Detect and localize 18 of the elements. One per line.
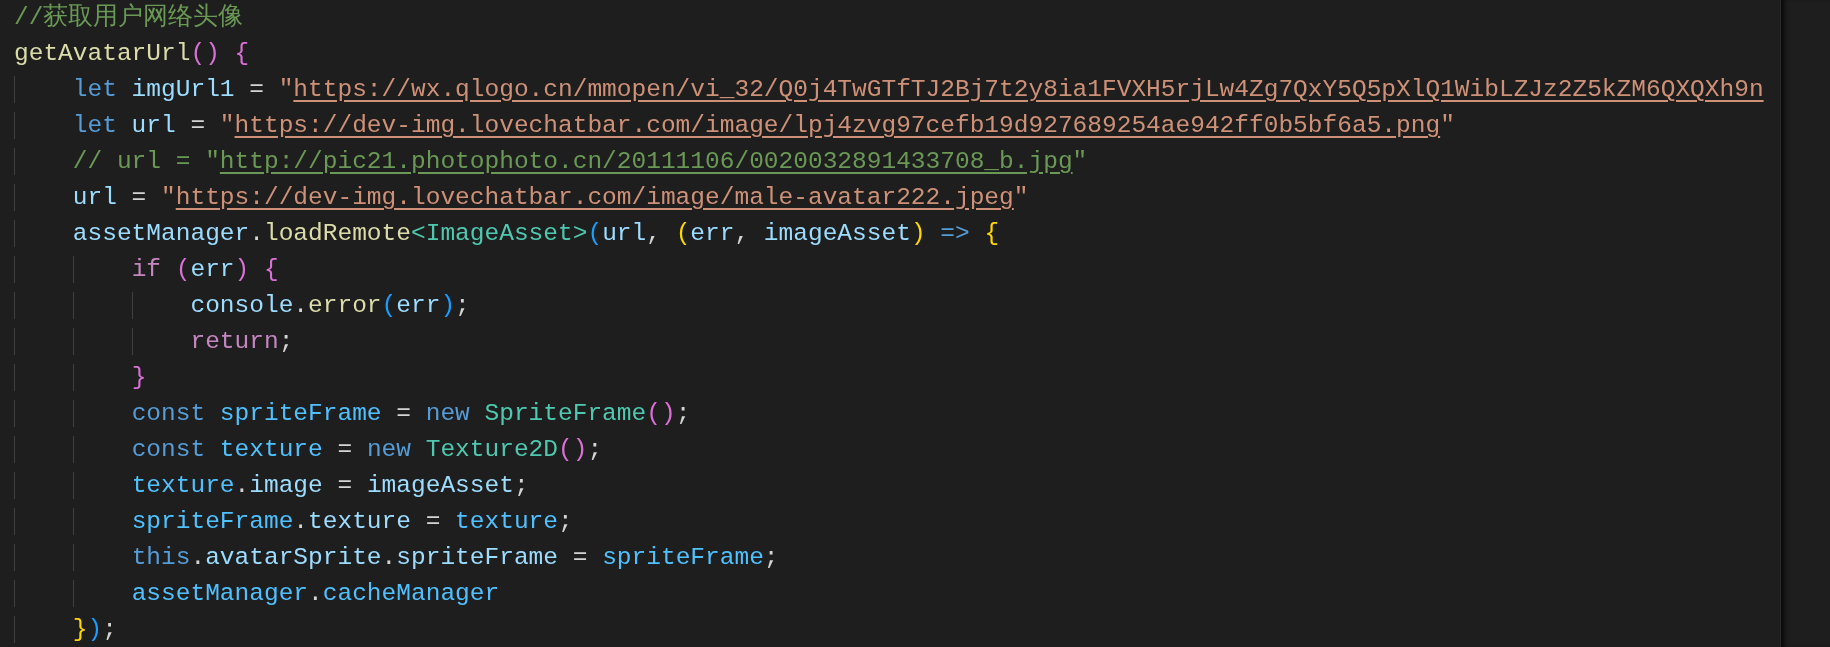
code-line: const texture = new Texture2D(); xyxy=(14,432,1780,468)
code-line: } xyxy=(14,360,1780,396)
code-line: assetManager.cacheManager xyxy=(14,576,1780,612)
code-line: url = "https://dev-img.lovechatbar.com/image/male-avatar222.jpeg" xyxy=(14,180,1780,216)
code-line: //获取用户网络头像 xyxy=(14,2,245,33)
code-line: getAvatarUrl() { xyxy=(14,39,251,69)
code-line: // url = "http://pic21.photophoto.cn/20111106/0020032891433708_b.jpg" xyxy=(14,144,1780,180)
code-line: const spriteFrame = new SpriteFrame(); xyxy=(14,396,1780,432)
code-line: let imgUrl1 = "https://wx.qlogo.cn/mmopen/vi_32/Q0j4TwGTfTJ2Bj7t2y8ia1FVXH5rjLw4Zg7QxY5Q5pXlQ1WibLZJz2Z5kZM6QXQXh9n xyxy=(14,72,1780,108)
code-line: this.avatarSprite.spriteFrame = spriteFrame; xyxy=(14,540,1780,576)
code-line: console.error(err); xyxy=(14,288,1780,324)
code-line: return; xyxy=(14,324,1780,360)
code-line: assetManager.loadRemote<ImageAsset>(url, (err, imageAsset) => { xyxy=(14,216,1780,252)
code-line: spriteFrame.texture = texture; xyxy=(14,504,1780,540)
code-line: if (err) { xyxy=(14,252,1780,288)
code-line: texture.image = imageAsset; xyxy=(14,468,1780,504)
code-line: let url = "https://dev-img.lovechatbar.com/image/lpj4zvg97cefb19d927689254ae942ff0b5bf6a5.png" xyxy=(14,108,1780,144)
code-line: }); xyxy=(14,612,1780,647)
